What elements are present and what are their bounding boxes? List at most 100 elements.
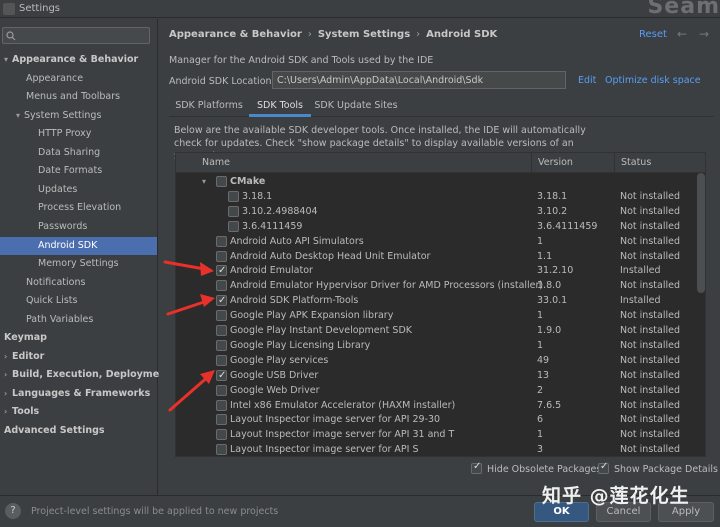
row-checkbox[interactable] xyxy=(216,235,227,247)
row-checkbox[interactable] xyxy=(216,250,227,262)
sidebar-item[interactable]: Date Formats xyxy=(0,162,157,180)
row-checkbox[interactable] xyxy=(216,429,227,441)
show-details-checkbox[interactable] xyxy=(598,461,609,474)
hide-obsolete-option[interactable]: Hide Obsolete Packages xyxy=(471,461,601,475)
back-arrow-icon[interactable]: ← xyxy=(677,27,687,41)
row-checkbox[interactable] xyxy=(216,280,227,292)
sidebar-item[interactable]: ▾ System Settings xyxy=(0,107,157,125)
row-checkbox[interactable] xyxy=(216,263,227,278)
sidebar-item[interactable]: Path Variables xyxy=(0,311,157,329)
sidebar-item[interactable]: Updates xyxy=(0,181,157,199)
row-name: Google Play services xyxy=(230,354,329,366)
sidebar-item-label: Data Sharing xyxy=(38,146,101,158)
table-row[interactable]: Layout Inspector image server for API S 3… xyxy=(176,442,705,456)
row-checkbox[interactable] xyxy=(216,414,227,426)
row-checkbox[interactable] xyxy=(228,220,239,232)
optimize-disk-space-link[interactable]: Optimize disk space xyxy=(605,75,701,86)
column-name[interactable]: Name xyxy=(196,153,537,173)
table-row[interactable]: Google Play APK Expansion library 1 Not in… xyxy=(176,308,705,323)
row-checkbox[interactable] xyxy=(228,205,239,217)
table-header: Name Version Status xyxy=(176,153,705,173)
hide-obsolete-checkbox[interactable] xyxy=(471,461,482,474)
sidebar-item[interactable]: Passwords xyxy=(0,218,157,236)
row-version: 31.2.10 xyxy=(537,265,574,277)
sidebar-item[interactable]: Memory Settings xyxy=(0,255,157,273)
column-version[interactable]: Version xyxy=(531,153,614,173)
table-row[interactable]: Android Emulator Hypervisor Driver for A… xyxy=(176,278,705,293)
tab-sdk-update-sites[interactable]: SDK Update Sites xyxy=(311,95,401,117)
chevron-right-icon[interactable]: › xyxy=(4,385,12,403)
table-row[interactable]: Layout Inspector image server for API 31… xyxy=(176,427,705,442)
row-name: 3.6.4111459 xyxy=(242,220,303,232)
table-row[interactable]: Google Play Instant Development SDK 1.9.0… xyxy=(176,323,705,338)
sidebar-item[interactable]: Menus and Toolbars xyxy=(0,88,157,106)
row-status: Installed xyxy=(620,265,661,277)
sidebar-item[interactable]: HTTP Proxy xyxy=(0,125,157,143)
row-checkbox[interactable] xyxy=(216,310,227,322)
table-row[interactable]: ⤓Google USB Driver13Not installed xyxy=(176,368,705,383)
row-checkbox[interactable] xyxy=(216,339,227,351)
row-checkbox[interactable] xyxy=(216,176,227,187)
table-row[interactable]: Android SDK Platform-Tools 33.0.1 Installe… xyxy=(176,293,705,308)
sidebar-item[interactable]: › Build, Execution, Deployment xyxy=(0,366,170,384)
table-row[interactable]: 3.6.4111459 3.6.4111459 Not installed xyxy=(176,219,705,234)
chevron-right-icon[interactable]: › xyxy=(4,366,12,384)
reset-link[interactable]: Reset xyxy=(639,29,667,40)
column-status[interactable]: Status xyxy=(614,153,705,173)
row-checkbox[interactable] xyxy=(216,384,227,396)
sidebar-item[interactable]: Android SDK xyxy=(0,236,157,255)
chevron-down-icon[interactable]: ▾ xyxy=(4,51,12,69)
chevron-right-icon: › xyxy=(416,29,421,40)
search-box[interactable] xyxy=(2,27,150,44)
table-row[interactable]: Android Emulator 31.2.10 Installed xyxy=(176,263,705,278)
breadcrumb-item[interactable]: Appearance & Behavior xyxy=(169,29,302,40)
sidebar-item[interactable]: › Editor xyxy=(0,348,157,366)
sdk-location-input[interactable] xyxy=(272,71,566,89)
row-checkbox[interactable] xyxy=(228,190,239,202)
table-row[interactable]: Layout Inspector image server for API 29… xyxy=(176,412,705,427)
breadcrumb-item[interactable]: System Settings xyxy=(318,29,410,40)
sidebar-item[interactable]: Quick Lists xyxy=(0,292,157,310)
table-row[interactable]: Google Play Licensing Library 1 Not instal… xyxy=(176,338,705,353)
forward-arrow-icon[interactable]: → xyxy=(699,27,709,41)
table-row[interactable]: Google Play services 49 Not installed xyxy=(176,353,705,368)
tab-sdk-platforms[interactable]: SDK Platforms xyxy=(169,95,249,117)
row-checkbox[interactable] xyxy=(216,325,227,336)
table-row[interactable]: 3.18.1 3.18.1 Not installed xyxy=(176,189,705,204)
sidebar-item[interactable]: Keymap xyxy=(0,329,157,347)
help-icon[interactable]: ? xyxy=(5,503,21,519)
sidebar-item-label: Appearance xyxy=(26,72,84,84)
show-details-option[interactable]: Show Package Details xyxy=(598,461,718,475)
sidebar-item-label: HTTP Proxy xyxy=(38,128,92,140)
sidebar-item[interactable]: Data Sharing xyxy=(0,144,157,162)
sidebar-item[interactable]: Appearance xyxy=(0,70,157,88)
sidebar-item-label: Languages & Frameworks xyxy=(12,387,151,399)
tab-sdk-tools[interactable]: SDK Tools xyxy=(249,95,311,117)
table-row[interactable]: 3.10.2.4988404 3.10.2 Not installed xyxy=(176,204,705,219)
breadcrumb: Appearance & Behavior › System Settings › An… xyxy=(169,29,497,40)
sidebar-item[interactable]: › Languages & Frameworks xyxy=(0,385,157,403)
table-row[interactable]: Android Auto Desktop Head Unit Emulator 1… xyxy=(176,249,705,264)
search-input[interactable] xyxy=(19,30,139,41)
chevron-down-icon[interactable]: ▾ xyxy=(202,174,206,189)
chevron-down-icon[interactable]: ▾ xyxy=(16,107,24,125)
sidebar-item[interactable]: Advanced Settings xyxy=(0,422,157,440)
row-checkbox[interactable] xyxy=(216,444,227,456)
sidebar-item[interactable]: › Tools xyxy=(0,403,157,421)
row-checkbox[interactable] xyxy=(216,368,227,383)
sidebar-item[interactable]: Notifications xyxy=(0,274,157,292)
row-checkbox[interactable] xyxy=(216,354,227,366)
sidebar-item[interactable]: Process Elevation xyxy=(0,199,157,217)
chevron-right-icon[interactable]: › xyxy=(4,348,12,366)
row-checkbox[interactable] xyxy=(216,293,227,308)
row-checkbox[interactable] xyxy=(216,399,227,411)
table-row[interactable]: Google Web Driver 2 Not installed xyxy=(176,383,705,398)
table-scrollbar[interactable] xyxy=(697,173,705,293)
sidebar-item[interactable]: ▾ Appearance & Behavior xyxy=(0,51,157,69)
table-row[interactable]: Intel x86 Emulator Accelerator (HAXM ins… xyxy=(176,398,705,413)
table-row[interactable]: Android Auto API Simulators 1 Not installe… xyxy=(176,234,705,249)
table-row[interactable]: ▾ CMake xyxy=(176,174,705,189)
edit-link[interactable]: Edit xyxy=(578,75,596,86)
row-status: Not installed xyxy=(620,250,680,262)
chevron-right-icon[interactable]: › xyxy=(4,403,12,421)
